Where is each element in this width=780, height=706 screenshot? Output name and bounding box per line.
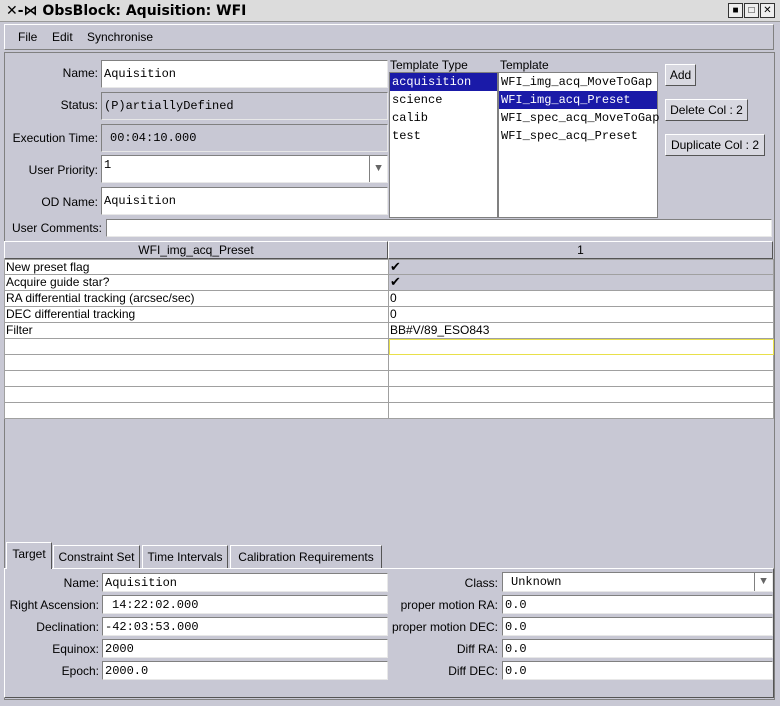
param-checkbox[interactable]: ✔ xyxy=(389,275,774,291)
param-name: New preset flag xyxy=(4,259,389,275)
minimize-button[interactable]: ■ xyxy=(728,3,743,18)
diff-dec-field[interactable]: 0.0 xyxy=(502,661,773,680)
declination-field[interactable]: -42:03:53.000 xyxy=(102,617,388,636)
table-row: Filter BB#V/89_ESO843 xyxy=(4,323,774,339)
param-name: Filter xyxy=(4,323,389,339)
user-priority-value: 1 xyxy=(104,158,112,172)
table-row xyxy=(4,403,774,419)
param-checkbox[interactable]: ✔ xyxy=(389,259,774,275)
checkmark-icon: ✔ xyxy=(390,259,401,274)
epoch-field[interactable]: 2000.0 xyxy=(102,661,388,680)
title-bar: ✕-⋈ ObsBlock: Aquisition: WFI ■ □ ✕ xyxy=(0,0,780,22)
name-field[interactable]: Aquisition xyxy=(101,60,388,88)
user-comments-label: User Comments: xyxy=(11,221,102,235)
od-name-label: OD Name: xyxy=(41,195,98,209)
param-value[interactable]: 0 xyxy=(389,291,774,307)
menu-edit[interactable]: Edit xyxy=(52,30,73,44)
right-ascension-field[interactable]: 14:22:02.000 xyxy=(102,595,388,614)
execution-time-field: 00:04:10.000 xyxy=(101,124,388,152)
param-name xyxy=(4,355,389,371)
table-row xyxy=(4,387,774,403)
duplicate-column-button[interactable]: Duplicate Col : 2 xyxy=(665,134,765,156)
checkmark-icon: ✔ xyxy=(390,275,401,289)
param-name: DEC differential tracking xyxy=(4,307,389,323)
param-value[interactable] xyxy=(389,339,774,355)
user-priority-combo[interactable]: 1 ▼ xyxy=(101,155,388,183)
declination-label: Declination: xyxy=(36,620,99,634)
equinox-field[interactable]: 2000 xyxy=(102,639,388,658)
param-value[interactable] xyxy=(389,403,774,419)
param-value[interactable]: 0 xyxy=(389,307,774,323)
status-field: (P)artiallyDefined xyxy=(101,92,388,120)
epoch-label: Epoch: xyxy=(61,664,99,678)
window-title: ✕-⋈ ObsBlock: Aquisition: WFI xyxy=(6,3,247,19)
class-value: Unknown xyxy=(511,575,562,589)
template-type-item[interactable]: science xyxy=(390,91,497,109)
od-name-field[interactable]: Aquisition xyxy=(101,187,388,215)
param-value[interactable]: BB#V/89_ESO843 xyxy=(389,323,774,339)
table-row: RA differential tracking (arcsec/sec) 0 xyxy=(4,291,774,307)
param-value[interactable] xyxy=(389,371,774,387)
template-item[interactable]: WFI_spec_acq_Preset xyxy=(499,127,657,145)
param-name xyxy=(4,403,389,419)
template-list: WFI_img_acq_MoveToGap WFI_img_acq_Preset… xyxy=(498,72,659,218)
menu-file[interactable]: File xyxy=(18,30,37,44)
table-header-param[interactable]: WFI_img_acq_Preset xyxy=(4,241,388,259)
delete-column-button[interactable]: Delete Col : 2 xyxy=(665,99,748,121)
table-row: DEC differential tracking 0 xyxy=(4,307,774,323)
diff-ra-label: Diff RA: xyxy=(456,642,498,656)
template-type-list: acquisition science calib test xyxy=(389,72,498,218)
param-name: Acquire guide star? xyxy=(4,275,389,291)
target-name-field[interactable]: Aquisition xyxy=(102,573,388,592)
template-item[interactable]: WFI_img_acq_MoveToGap xyxy=(499,73,657,91)
tab-time-intervals[interactable]: Time Intervals xyxy=(142,545,228,569)
class-label: Class: xyxy=(464,576,498,590)
template-type-item[interactable]: acquisition xyxy=(390,73,497,91)
template-type-item[interactable]: test xyxy=(390,127,497,145)
proper-motion-dec-label: proper motion DEC: xyxy=(391,620,498,634)
class-combo[interactable]: Unknown ▼ xyxy=(502,572,773,592)
user-comments-field[interactable] xyxy=(106,219,772,237)
status-label: Status: xyxy=(60,98,98,112)
diff-ra-field[interactable]: 0.0 xyxy=(502,639,773,658)
param-name: RA differential tracking (arcsec/sec) xyxy=(4,291,389,307)
table-row xyxy=(4,355,774,371)
right-ascension-label: Right Ascension: xyxy=(9,598,99,612)
target-name-label: Name: xyxy=(63,576,99,590)
proper-motion-ra-field[interactable]: 0.0 xyxy=(502,595,773,614)
close-button[interactable]: ✕ xyxy=(760,3,775,18)
param-name xyxy=(4,387,389,403)
chevron-down-icon[interactable]: ▼ xyxy=(754,573,772,591)
template-type-header: Template Type xyxy=(390,58,468,72)
tab-target[interactable]: Target xyxy=(6,542,52,569)
proper-motion-dec-field[interactable]: 0.0 xyxy=(502,617,773,636)
table-row xyxy=(4,371,774,387)
table-row xyxy=(4,339,774,355)
template-type-item[interactable]: calib xyxy=(390,109,497,127)
proper-motion-ra-label: proper motion RA: xyxy=(400,598,498,612)
table-row: Acquire guide star? ✔ xyxy=(4,275,774,291)
chevron-down-icon[interactable]: ▼ xyxy=(369,156,387,182)
menu-bar: File Edit Synchronise xyxy=(4,24,774,50)
name-label: Name: xyxy=(62,66,98,80)
menu-synchronise[interactable]: Synchronise xyxy=(87,30,153,44)
add-button[interactable]: Add xyxy=(665,64,696,86)
tab-constraint-set[interactable]: Constraint Set xyxy=(53,545,140,569)
param-value[interactable] xyxy=(389,387,774,403)
tab-calibration-requirements[interactable]: Calibration Requirements xyxy=(230,545,382,569)
diff-dec-label: Diff DEC: xyxy=(448,664,498,678)
param-name xyxy=(4,371,389,387)
param-name xyxy=(4,339,389,355)
template-header: Template xyxy=(500,58,549,72)
execution-time-label: Execution Time: xyxy=(12,131,98,145)
table-row: New preset flag ✔ xyxy=(4,259,774,275)
maximize-button[interactable]: □ xyxy=(744,3,759,18)
template-item[interactable]: WFI_img_acq_Preset xyxy=(499,91,657,109)
equinox-label: Equinox: xyxy=(52,642,99,656)
param-value[interactable] xyxy=(389,355,774,371)
template-item[interactable]: WFI_spec_acq_MoveToGap xyxy=(499,109,659,127)
table-header-value[interactable]: 1 xyxy=(388,241,773,259)
user-priority-label: User Priority: xyxy=(28,163,98,177)
window-logo-icon: ✕-⋈ xyxy=(6,3,43,19)
